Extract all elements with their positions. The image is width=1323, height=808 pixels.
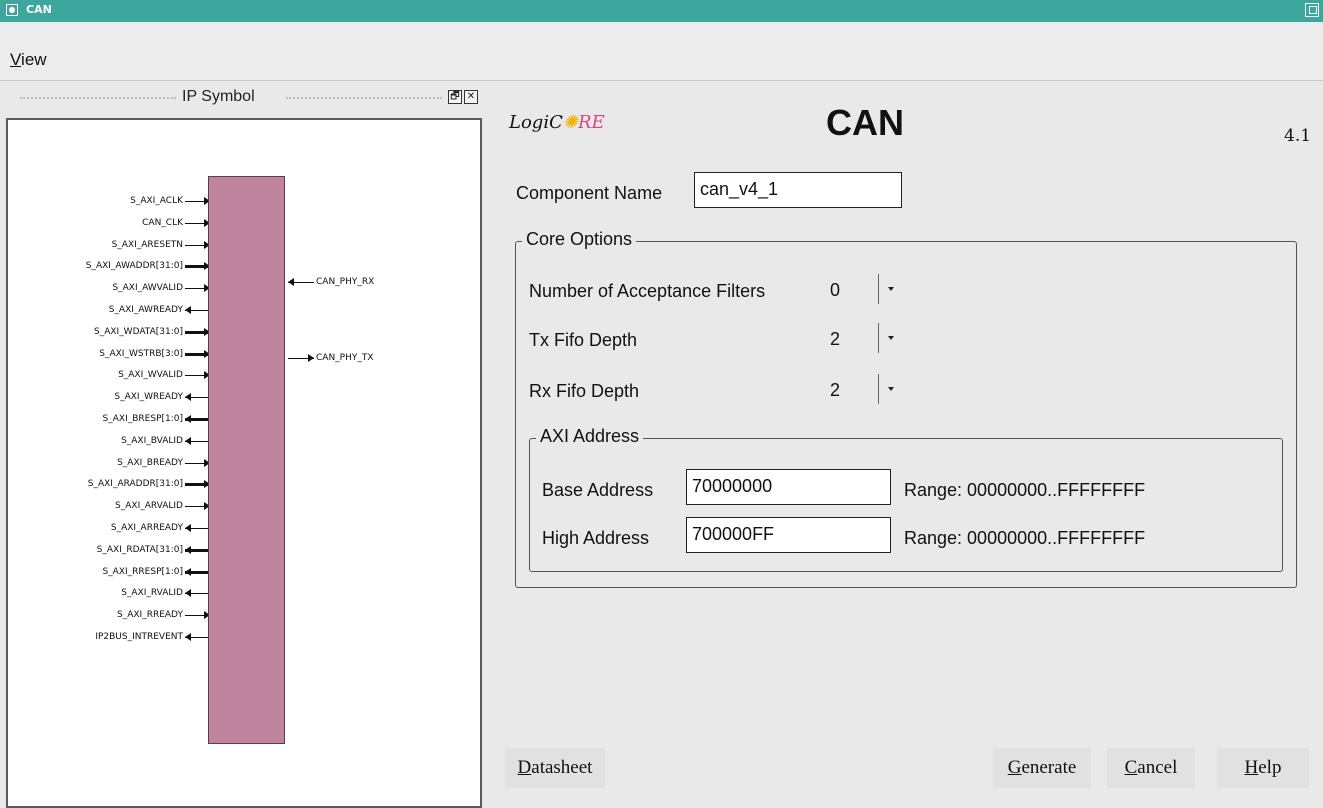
acceptance-filters-label: Number of Acceptance Filters xyxy=(529,281,766,301)
help-label: elp xyxy=(1258,757,1282,778)
cancel-button[interactable]: Cancel xyxy=(1107,748,1195,788)
base-address-range: Range: 00000000..FFFFFFFF xyxy=(904,480,1146,500)
port-arrow-icon xyxy=(185,589,191,597)
maximize-icon[interactable] xyxy=(1305,3,1319,17)
port-label: S_AXI_BREADY xyxy=(117,458,183,468)
generate-label: enerate xyxy=(1021,757,1077,778)
combo-separator xyxy=(878,374,879,404)
port-label: S_AXI_ARREADY xyxy=(110,523,183,533)
rx-fifo-label: Rx Fifo Depth xyxy=(529,381,640,401)
component-name-label: Component Name xyxy=(516,183,663,203)
port-arrow-icon xyxy=(185,415,191,423)
logo-text-1: LogiC xyxy=(509,112,563,133)
core-options-legend: Core Options xyxy=(522,229,637,250)
port-arrow-icon xyxy=(185,393,191,401)
port-arrow-icon xyxy=(308,354,314,362)
port-arrow-icon xyxy=(185,524,191,532)
port-arrow-icon xyxy=(185,546,191,554)
chevron-down-icon[interactable] xyxy=(888,287,894,291)
port-label: S_AXI_AWVALID xyxy=(112,283,183,293)
component-name-input[interactable]: can_v4_1 xyxy=(694,172,902,208)
high-address-input[interactable]: 700000FF xyxy=(686,517,891,553)
logo-text-2: RE xyxy=(577,112,605,133)
logo-star-icon: ✺ xyxy=(562,112,578,133)
cancel-label: ancel xyxy=(1137,757,1178,778)
port-arrow-icon xyxy=(185,568,191,576)
port-label: S_AXI_BVALID xyxy=(121,436,183,446)
port-label: S_AXI_RRESP[1:0] xyxy=(102,567,183,577)
port-label: S_AXI_AWADDR[31:0] xyxy=(85,261,183,271)
tx-fifo-label: Tx Fifo Depth xyxy=(529,330,638,350)
port-arrow-icon xyxy=(185,633,191,641)
axi-address-group: AXI Address xyxy=(529,426,1283,572)
datasheet-button[interactable]: Datasheet xyxy=(505,748,605,788)
tx-fifo-select[interactable]: 2 xyxy=(826,319,906,359)
port-label: S_AXI_RDATA[31:0] xyxy=(96,545,183,555)
acceptance-filters-value: 0 xyxy=(830,280,841,300)
port-label: S_AXI_BRESP[1:0] xyxy=(102,414,183,424)
combo-separator xyxy=(878,323,879,353)
port-label: S_AXI_ACLK xyxy=(130,196,183,206)
port-label: S_AXI_ARESETN xyxy=(111,240,183,250)
port-arrow-icon xyxy=(288,278,294,286)
core-title: CAN xyxy=(826,102,904,143)
rx-fifo-select[interactable]: 2 xyxy=(826,370,906,410)
high-address-label: High Address xyxy=(542,528,650,548)
high-address-range: Range: 00000000..FFFFFFFF xyxy=(904,528,1146,548)
chevron-down-icon[interactable] xyxy=(888,336,894,340)
chevron-down-icon[interactable] xyxy=(888,387,894,391)
axi-address-legend: AXI Address xyxy=(536,426,644,447)
port-label: S_AXI_RREADY xyxy=(117,610,183,620)
combo-separator xyxy=(878,274,879,304)
generate-button[interactable]: Generate xyxy=(993,748,1091,788)
acceptance-filters-select[interactable]: 0 xyxy=(826,270,906,310)
help-mnemonic: H xyxy=(1244,757,1259,778)
port-label: S_AXI_WSTRB[3:0] xyxy=(99,349,183,359)
port-label: CAN_CLK xyxy=(142,218,183,228)
port-label: S_AXI_WREADY xyxy=(114,392,183,402)
port-arrow-icon xyxy=(185,437,191,445)
datasheet-label: atasheet xyxy=(531,757,593,778)
help-button[interactable]: Help xyxy=(1217,748,1309,788)
port-arrow-icon xyxy=(185,306,191,314)
port-label: S_AXI_ARADDR[31:0] xyxy=(87,479,183,489)
generate-mnemonic: G xyxy=(1007,757,1022,778)
base-address-label: Base Address xyxy=(542,480,654,500)
port-label: CAN_PHY_TX xyxy=(316,353,374,363)
port-label: S_AXI_WVALID xyxy=(118,370,183,380)
port-label: CAN_PHY_RX xyxy=(316,277,375,287)
ip-block xyxy=(208,176,285,744)
port-label: S_AXI_ARVALID xyxy=(115,501,183,511)
port-label: S_AXI_WDATA[31:0] xyxy=(93,327,183,337)
logicore-logo: LogiC✺RE xyxy=(509,112,605,133)
rx-fifo-value: 2 xyxy=(830,380,841,400)
port-label: S_AXI_RVALID xyxy=(121,588,183,598)
base-address-input[interactable]: 70000000 xyxy=(686,469,891,505)
tx-fifo-value: 2 xyxy=(830,329,841,349)
core-version: 4.1 xyxy=(1284,126,1312,146)
port-label: IP2BUS_INTREVENT xyxy=(95,632,183,642)
cancel-mnemonic: C xyxy=(1124,757,1138,778)
port-label: S_AXI_AWREADY xyxy=(108,305,183,315)
datasheet-mnemonic: D xyxy=(517,757,532,778)
